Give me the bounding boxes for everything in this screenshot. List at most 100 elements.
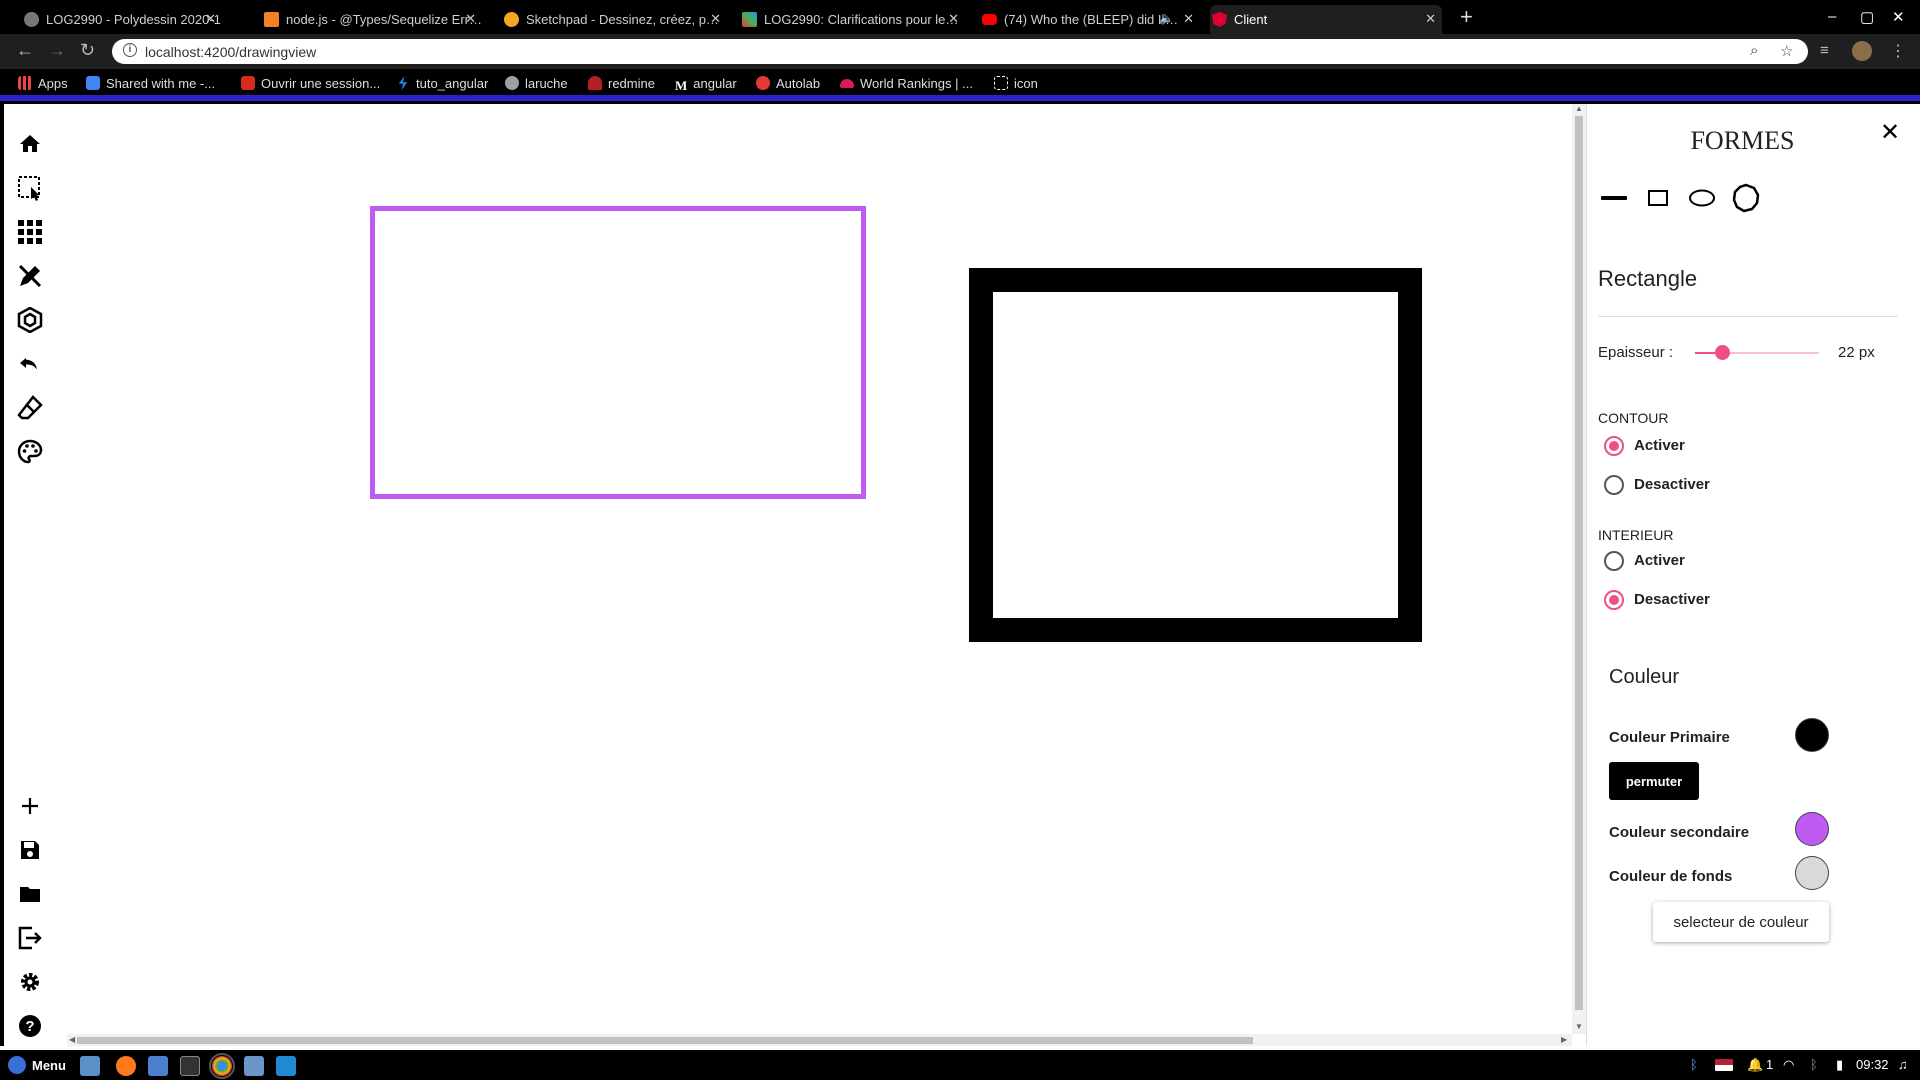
maximize-icon[interactable]: ▢ <box>1860 8 1874 26</box>
folder-taskbar-icon[interactable] <box>244 1056 264 1076</box>
scroll-left-icon[interactable]: ◀ <box>69 1035 75 1044</box>
bookmark-angular[interactable]: Mangular <box>675 76 737 93</box>
close-tab-icon[interactable]: ✕ <box>948 11 959 27</box>
bookmark-drive[interactable]: Shared with me -... <box>86 76 215 91</box>
address-bar[interactable]: i localhost:4200/drawingview ⌕ ☆ <box>112 39 1808 64</box>
bluetooth-icon[interactable]: ᛒ <box>1690 1057 1698 1072</box>
bookmark-star-icon[interactable]: ☆ <box>1780 42 1793 60</box>
minimize-icon[interactable]: – <box>1828 8 1836 25</box>
reload-icon[interactable]: ↻ <box>80 40 95 61</box>
home-icon[interactable] <box>16 130 44 158</box>
firefox-icon[interactable] <box>116 1056 136 1076</box>
scroll-right-icon[interactable]: ▶ <box>1561 1035 1567 1044</box>
interieur-desactiver-radio[interactable] <box>1604 590 1624 610</box>
os-logo-icon[interactable] <box>8 1056 26 1074</box>
bookmark-world-rankings[interactable]: World Rankings | ... <box>840 76 973 91</box>
grid-icon[interactable] <box>16 218 44 246</box>
scroll-up-icon[interactable]: ▲ <box>1575 104 1583 113</box>
eraser-icon[interactable] <box>16 394 44 422</box>
rectangle-black[interactable] <box>969 268 1422 642</box>
new-tab-button[interactable]: + <box>1460 4 1473 30</box>
palette-icon[interactable] <box>16 438 44 466</box>
bookmark-label: Apps <box>38 76 68 91</box>
url-text[interactable]: localhost:4200/drawingview <box>145 44 316 60</box>
undo-icon[interactable] <box>16 350 44 378</box>
info-icon[interactable]: i <box>123 43 137 57</box>
bookmark-autolab[interactable]: Autolab <box>756 76 820 91</box>
back-icon[interactable]: ← <box>16 40 34 61</box>
close-tab-icon[interactable]: ✕ <box>710 11 721 27</box>
vertical-scrollbar[interactable]: ▲ ▼ <box>1572 104 1586 1034</box>
bookmark-tuto-angular[interactable]: tuto_angular <box>396 76 488 91</box>
bookmark-session[interactable]: Ouvrir une session... <box>241 76 380 91</box>
close-tab-icon[interactable]: ✕ <box>205 11 216 27</box>
contour-activer-radio[interactable] <box>1604 436 1624 456</box>
polygon-shape-icon[interactable] <box>1730 182 1762 214</box>
tab-youtube[interactable]: (74) Who the (BLEEP) did I … 🔈 ✕ <box>980 5 1200 34</box>
background-color-swatch[interactable] <box>1795 856 1829 890</box>
mail-icon[interactable] <box>148 1056 168 1076</box>
help-icon[interactable]: ? <box>16 1012 44 1040</box>
media-icon[interactable]: ≡ <box>1820 42 1829 59</box>
audio-icon[interactable]: 🔈 <box>1159 11 1174 25</box>
interieur-activer-radio[interactable] <box>1604 551 1624 571</box>
close-tab-icon[interactable]: ✕ <box>465 11 476 27</box>
tab-clarifications[interactable]: LOG2990: Clarifications pour le… ✕ <box>740 5 965 34</box>
thickness-slider-thumb[interactable] <box>1715 345 1730 360</box>
horizontal-scrollbar[interactable]: ◀ ▶ <box>67 1034 1572 1046</box>
save-icon[interactable] <box>16 836 44 864</box>
forward-icon[interactable]: → <box>48 40 66 61</box>
close-window-icon[interactable]: ✕ <box>1892 8 1905 26</box>
chrome-icon[interactable] <box>209 1053 235 1079</box>
contour-activer-label[interactable]: Activer <box>1634 437 1685 454</box>
contour-desactiver-label[interactable]: Desactiver <box>1634 476 1710 493</box>
rectangle-icon[interactable] <box>1642 182 1674 214</box>
terminal-icon[interactable] <box>180 1056 200 1076</box>
notification-icon[interactable]: 🔔 <box>1747 1057 1763 1073</box>
interieur-activer-label[interactable]: Activer <box>1634 552 1685 569</box>
selection-icon[interactable] <box>16 174 44 202</box>
flag-icon[interactable] <box>1715 1059 1733 1071</box>
music-icon[interactable]: ♫ <box>1898 1057 1908 1072</box>
drawing-canvas[interactable] <box>67 104 1572 1034</box>
scroll-down-icon[interactable]: ▼ <box>1575 1022 1583 1031</box>
line-icon[interactable] <box>1598 182 1630 214</box>
wifi-icon[interactable]: ◠ <box>1783 1057 1794 1073</box>
secondary-color-swatch[interactable] <box>1795 812 1829 846</box>
export-icon[interactable] <box>16 924 44 952</box>
rectangle-purple[interactable] <box>370 206 866 499</box>
close-tab-icon[interactable]: ✕ <box>1425 11 1436 27</box>
avatar[interactable] <box>1852 41 1872 61</box>
files-icon[interactable] <box>80 1056 100 1076</box>
interieur-desactiver-label[interactable]: Desactiver <box>1634 591 1710 608</box>
contour-desactiver-radio[interactable] <box>1604 475 1624 495</box>
pencil-tools-icon[interactable] <box>16 262 44 290</box>
polygon-icon[interactable] <box>16 306 44 334</box>
drawing-surface[interactable] <box>67 104 1572 1034</box>
tab-nodejs[interactable]: node.js - @Types/Sequelize Err… ✕ <box>262 5 482 34</box>
color-picker-button[interactable]: selecteur de couleur <box>1653 902 1829 942</box>
bookmark-redmine[interactable]: redmine <box>588 76 655 91</box>
scrollbar-thumb[interactable] <box>1575 116 1583 1010</box>
tab-sketchpad[interactable]: Sketchpad - Dessinez, créez, p… ✕ <box>502 5 727 34</box>
folder-icon[interactable] <box>16 880 44 908</box>
scrollbar-thumb[interactable] <box>77 1037 1253 1044</box>
bluetooth-off-icon[interactable]: ᛒ <box>1810 1057 1818 1072</box>
close-panel-icon[interactable]: ✕ <box>1880 118 1900 146</box>
bookmark-laruche[interactable]: laruche <box>505 76 568 91</box>
start-menu[interactable]: Menu <box>32 1058 66 1073</box>
battery-icon[interactable]: ▮ <box>1836 1057 1843 1073</box>
tab-client[interactable]: Client ✕ <box>1210 5 1442 34</box>
vscode-icon[interactable] <box>276 1056 296 1076</box>
swap-colors-button[interactable]: permuter <box>1609 762 1699 800</box>
menu-icon[interactable]: ⋮ <box>1890 41 1906 61</box>
tab-polydessin[interactable]: LOG2990 - Polydessin 2020-1 … ✕ <box>22 5 222 34</box>
primary-color-swatch[interactable] <box>1795 718 1829 752</box>
settings-icon[interactable] <box>16 968 44 996</box>
add-icon[interactable] <box>16 792 44 820</box>
ellipse-icon[interactable] <box>1686 182 1718 214</box>
bookmark-apps[interactable]: Apps <box>18 76 68 91</box>
bookmark-icon[interactable]: icon <box>994 76 1038 91</box>
close-tab-icon[interactable]: ✕ <box>1183 11 1194 27</box>
zoom-icon[interactable]: ⌕ <box>1750 42 1758 59</box>
